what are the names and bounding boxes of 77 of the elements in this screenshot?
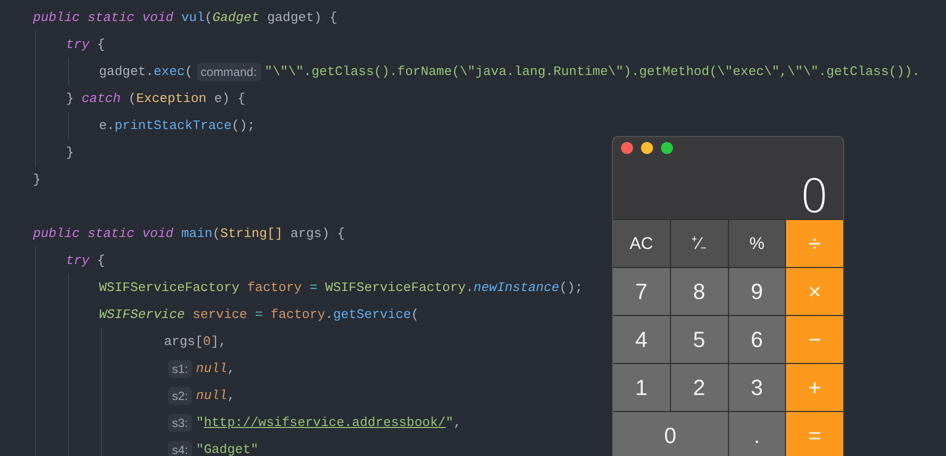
code-token: . (325, 306, 334, 324)
calculator-key[interactable]: 0 (613, 412, 728, 456)
code-token: e) { (213, 90, 246, 108)
code-token: ( (204, 8, 212, 27)
code-token: null (196, 386, 228, 405)
code-token: gadget. (99, 62, 154, 81)
calculator-key[interactable]: 3 (728, 364, 786, 411)
code-token: ( (184, 62, 193, 81)
code-token: (); (559, 278, 583, 297)
code-token: String[] (220, 224, 283, 243)
code-token: } (66, 90, 75, 108)
code-token: catch (82, 90, 121, 108)
code-token: ( (127, 90, 136, 108)
code-token: Exception (136, 90, 206, 108)
code-token: service (192, 306, 248, 324)
code-token: "\"\".getClass().forName(\"java.lang.Runtime\").getMethod(\"exec\",\"\".getClass()). (264, 62, 920, 81)
calculator-key[interactable]: 6 (728, 316, 786, 363)
code-token: try (66, 252, 90, 270)
minimize-icon[interactable] (641, 142, 653, 154)
calculator-key[interactable]: 2 (670, 364, 728, 411)
code-token: = (310, 278, 318, 297)
parameter-hint: command: (196, 62, 261, 80)
calculator-display: 0 (800, 173, 829, 219)
calculator-key[interactable]: 5 (670, 316, 728, 363)
calculator-key[interactable]: 8 (670, 268, 728, 315)
code-token: "Gadget" (196, 440, 258, 456)
calculator-key[interactable]: 7 (613, 268, 670, 315)
code-token: ], (210, 332, 226, 351)
code-token: main (181, 224, 212, 243)
code-token: { (96, 252, 106, 270)
code-token: } (33, 170, 41, 189)
calculator-key[interactable]: 1 (613, 364, 670, 411)
code-token: " (196, 414, 204, 432)
code-token: getService (333, 306, 412, 324)
code-token: , (227, 360, 236, 378)
code-token: args) { (289, 224, 346, 243)
code-token: WSIFServiceFactory (324, 278, 466, 297)
calculator-key[interactable]: 9 (728, 268, 786, 315)
code-token: factory (270, 306, 326, 324)
code-token: try (66, 36, 90, 54)
code-token: Gadget (212, 8, 260, 27)
parameter-hint: s1: (168, 360, 192, 378)
calculator-key[interactable]: . (728, 412, 786, 456)
code-token: http://wsifservice.addressbook/ (204, 414, 446, 432)
calculator-key[interactable]: % (728, 220, 786, 267)
code-token: { (96, 36, 106, 54)
parameter-hint: s3: (168, 414, 192, 432)
code-token: = (255, 306, 263, 324)
code-token: args[ (164, 332, 204, 351)
code-token: public static void (33, 224, 174, 243)
code-token: exec (154, 62, 185, 81)
code-token: (); (232, 116, 256, 135)
code-token: null (196, 360, 228, 378)
code-token: } (66, 144, 74, 162)
calculator-key[interactable]: ⁺∕₋ (670, 220, 728, 267)
code-token: WSIFServiceFactory (99, 278, 240, 297)
code-token: ( (212, 224, 220, 243)
parameter-hint: s4: (168, 440, 192, 456)
code-token: ( (411, 306, 419, 324)
code-token: vul (181, 8, 205, 27)
code-token: e. (99, 116, 115, 135)
maximize-icon[interactable] (661, 142, 673, 154)
code-token: " (446, 414, 454, 432)
code-token: , (227, 386, 236, 405)
code-token: . (466, 278, 474, 297)
code-token: printStackTrace (114, 116, 232, 135)
parameter-hint: s2: (168, 386, 192, 404)
code-token: , (453, 414, 462, 432)
code-token: factory (246, 278, 303, 297)
close-icon[interactable] (621, 142, 633, 154)
code-token: newInstance (474, 278, 560, 297)
code-token: public static void (33, 8, 174, 27)
code-token: WSIFService (99, 306, 185, 324)
code-token: 0 (203, 332, 211, 351)
calculator-key[interactable]: 4 (613, 316, 670, 363)
calculator-key[interactable]: AC (613, 220, 670, 267)
code-token: gadget) { (266, 8, 338, 27)
